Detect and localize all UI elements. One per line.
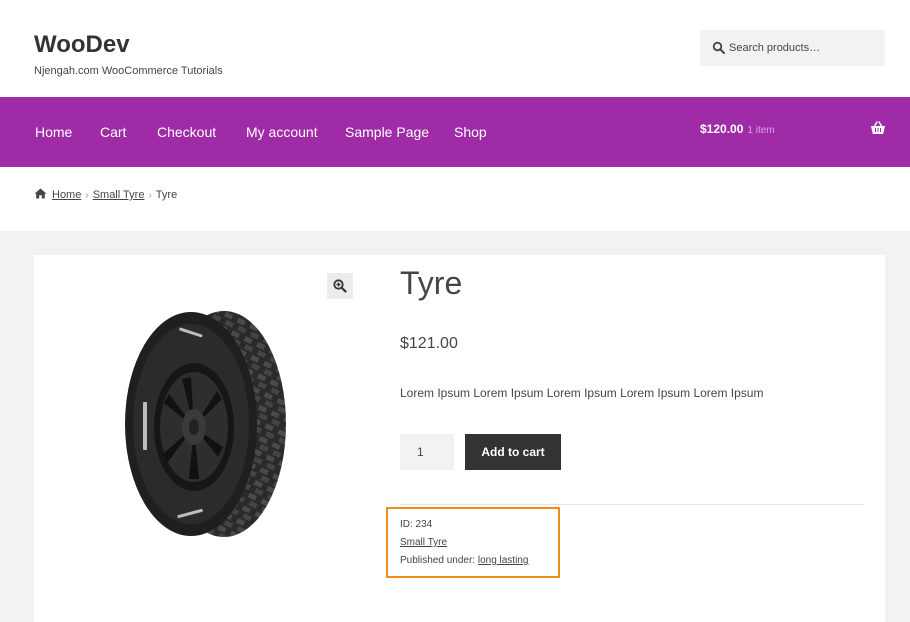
nav-item-my-account[interactable]: My account bbox=[246, 124, 318, 140]
product-title: Tyre bbox=[400, 265, 463, 301]
cart-item-count: 1 item bbox=[747, 125, 775, 136]
product-id: ID: 234 bbox=[400, 519, 433, 530]
home-icon bbox=[34, 188, 47, 199]
search-icon bbox=[712, 41, 725, 54]
nav-item-shop[interactable]: Shop bbox=[454, 124, 487, 140]
breadcrumb-separator: › bbox=[148, 190, 152, 201]
nav-item-cart[interactable]: Cart bbox=[100, 124, 126, 140]
breadcrumb: Home › Small Tyre › Tyre bbox=[34, 188, 177, 201]
image-zoom-button[interactable] bbox=[327, 273, 353, 299]
primary-navigation: Home Cart Checkout My account Sample Pag… bbox=[0, 97, 910, 167]
breadcrumb-category-link[interactable]: Small Tyre bbox=[93, 189, 145, 201]
breadcrumb-home-link[interactable]: Home bbox=[52, 189, 81, 201]
quantity-input[interactable] bbox=[400, 434, 454, 470]
product-category-link[interactable]: Small Tyre bbox=[400, 537, 447, 548]
basket-icon[interactable] bbox=[870, 121, 886, 135]
published-term-link[interactable]: long lasting bbox=[478, 555, 529, 566]
meta-divider bbox=[400, 504, 864, 505]
published-under-label: Published under: bbox=[400, 555, 476, 566]
site-tagline: Njengah.com WooCommerce Tutorials bbox=[34, 65, 223, 77]
site-header: WooDev Njengah.com WooCommerce Tutorials bbox=[0, 0, 910, 97]
product-image-tyre[interactable] bbox=[119, 307, 289, 542]
product-category-line: Small Tyre bbox=[400, 537, 447, 548]
nav-item-checkout[interactable]: Checkout bbox=[157, 124, 216, 140]
published-under-line: Published under: long lasting bbox=[400, 555, 528, 566]
product-price: $121.00 bbox=[400, 335, 458, 352]
search-input[interactable] bbox=[729, 39, 879, 57]
zoom-in-icon bbox=[333, 279, 347, 293]
cart-total-amount: $120.00 bbox=[700, 122, 744, 136]
product-card: Tyre $121.00 Lorem Ipsum Lorem Ipsum Lor… bbox=[34, 255, 885, 622]
add-to-cart-button[interactable]: Add to cart bbox=[465, 434, 561, 470]
breadcrumb-separator: › bbox=[85, 190, 89, 201]
breadcrumb-current: Tyre bbox=[155, 189, 178, 201]
nav-item-home[interactable]: Home bbox=[35, 124, 72, 140]
nav-item-sample-page[interactable]: Sample Page bbox=[345, 124, 429, 140]
header-cart-link[interactable]: $120.00 1 item bbox=[700, 122, 775, 136]
product-description: Lorem Ipsum Lorem Ipsum Lorem Ipsum Lore… bbox=[400, 386, 764, 400]
site-title[interactable]: WooDev bbox=[34, 31, 130, 59]
search-box[interactable] bbox=[700, 30, 885, 66]
